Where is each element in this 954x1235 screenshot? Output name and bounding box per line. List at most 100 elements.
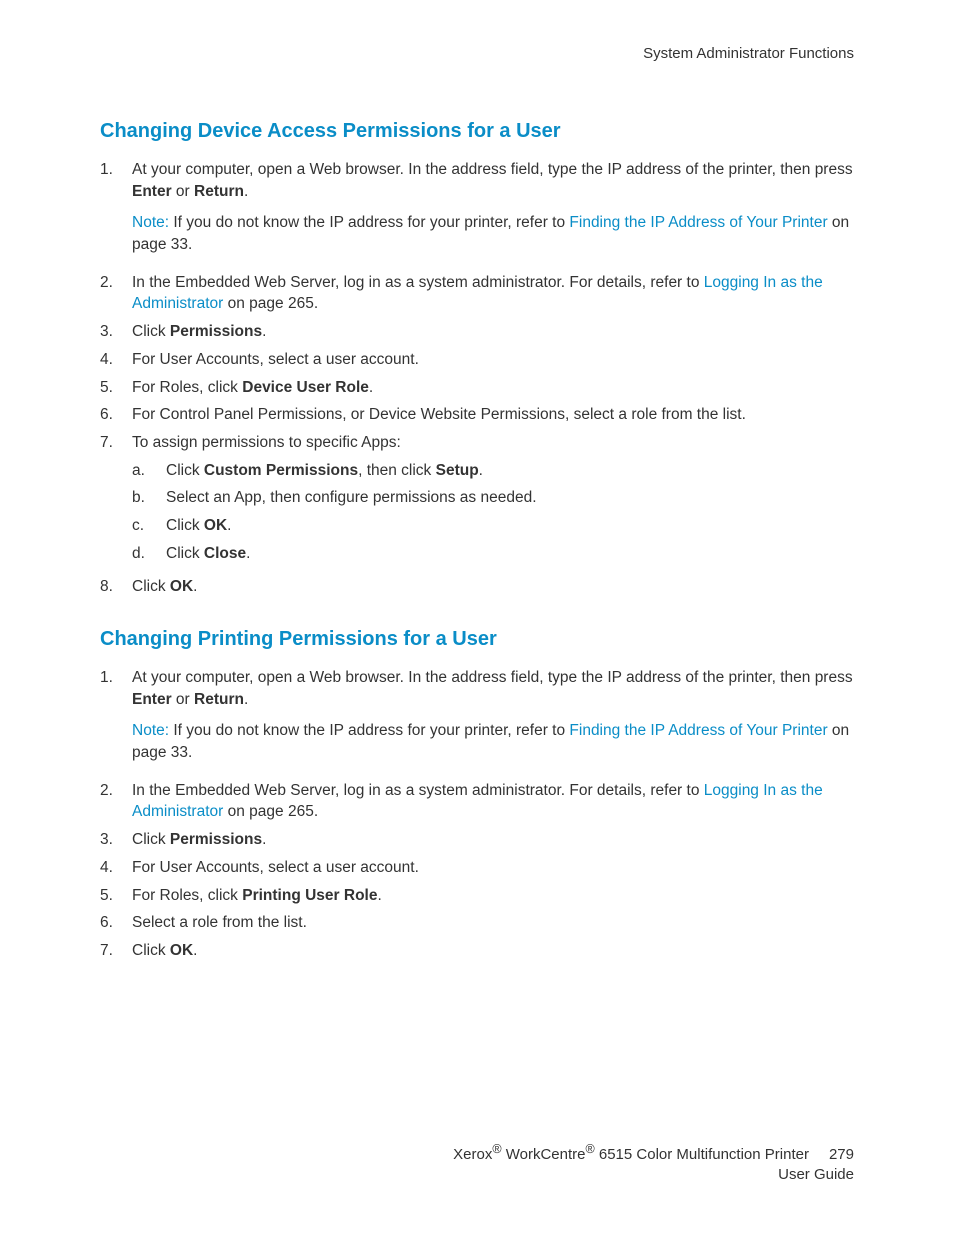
list-marker: 2. xyxy=(100,272,132,315)
list-marker: 4. xyxy=(100,857,132,879)
sublist-marker: a. xyxy=(132,460,166,482)
note-block: Note: If you do not know the IP address … xyxy=(132,212,854,255)
list-content: At your computer, open a Web browser. In… xyxy=(132,667,854,774)
bold-text: Enter xyxy=(132,691,172,708)
text: Click xyxy=(132,323,170,340)
sub-ordered-list: a. Click Custom Permissions, then click … xyxy=(132,460,854,565)
list-marker: 8. xyxy=(100,576,132,598)
text: . xyxy=(369,379,373,396)
list-marker: 1. xyxy=(100,159,132,266)
text: Click xyxy=(166,462,204,479)
text: . xyxy=(193,942,197,959)
list-content: For Roles, click Printing User Role. xyxy=(132,885,854,907)
document-page: System Administrator Functions Changing … xyxy=(0,0,954,1235)
bold-text: Return xyxy=(194,183,244,200)
link-find-ip[interactable]: Finding the IP Address of Your Printer xyxy=(569,722,827,739)
sublist-marker: c. xyxy=(132,515,166,537)
text: , then click xyxy=(358,462,436,479)
list-content: For User Accounts, select a user account… xyxy=(132,349,854,371)
text: To assign permissions to specific Apps: xyxy=(132,434,401,451)
note-label: Note: xyxy=(132,722,169,739)
text: Click xyxy=(166,517,204,534)
text: At your computer, open a Web browser. In… xyxy=(132,161,853,178)
list-content: For Roles, click Device User Role. xyxy=(132,377,854,399)
sublist-content: Click Close. xyxy=(166,543,250,565)
bold-text: Permissions xyxy=(170,831,262,848)
text: . xyxy=(377,887,381,904)
section-device-access: Changing Device Access Permissions for a… xyxy=(100,120,854,598)
list-item: 2. In the Embedded Web Server, log in as… xyxy=(100,780,854,823)
text: . xyxy=(244,183,248,200)
footer: Xerox® WorkCentre® 6515 Color Multifunct… xyxy=(453,1141,854,1186)
sublist-item: a. Click Custom Permissions, then click … xyxy=(132,460,854,482)
bold-text: Custom Permissions xyxy=(204,462,358,479)
list-item: 5. For Roles, click Device User Role. xyxy=(100,377,854,399)
list-content: Click Permissions. xyxy=(132,829,854,851)
footer-brand: WorkCentre xyxy=(502,1146,586,1163)
list-item: 1. At your computer, open a Web browser.… xyxy=(100,667,854,774)
ordered-list: 1. At your computer, open a Web browser.… xyxy=(100,159,854,598)
text: Click xyxy=(132,578,170,595)
text: . xyxy=(244,691,248,708)
text: . xyxy=(479,462,483,479)
list-content: In the Embedded Web Server, log in as a … xyxy=(132,272,854,315)
bold-text: OK xyxy=(170,942,193,959)
text: or xyxy=(172,691,194,708)
bold-text: Close xyxy=(204,545,246,562)
text: . xyxy=(246,545,250,562)
text: . xyxy=(262,323,266,340)
sublist-content: Click OK. xyxy=(166,515,231,537)
note-block: Note: If you do not know the IP address … xyxy=(132,720,854,763)
list-marker: 3. xyxy=(100,321,132,343)
page-number: 279 xyxy=(829,1146,854,1163)
text: Click xyxy=(132,942,170,959)
list-item: 3. Click Permissions. xyxy=(100,829,854,851)
sublist-marker: b. xyxy=(132,487,166,509)
list-marker: 6. xyxy=(100,404,132,426)
list-item: 8. Click OK. xyxy=(100,576,854,598)
bold-text: Device User Role xyxy=(242,379,369,396)
list-content: Click OK. xyxy=(132,940,854,962)
list-item: 4. For User Accounts, select a user acco… xyxy=(100,857,854,879)
list-item: 1. At your computer, open a Web browser.… xyxy=(100,159,854,266)
link-find-ip[interactable]: Finding the IP Address of Your Printer xyxy=(569,214,827,231)
ordered-list: 1. At your computer, open a Web browser.… xyxy=(100,667,854,962)
bold-text: Enter xyxy=(132,183,172,200)
text: Click xyxy=(166,545,204,562)
text: Click xyxy=(132,831,170,848)
text: . xyxy=(227,517,231,534)
text: or xyxy=(172,183,194,200)
sublist-item: c. Click OK. xyxy=(132,515,854,537)
list-content: In the Embedded Web Server, log in as a … xyxy=(132,780,854,823)
list-marker: 6. xyxy=(100,912,132,934)
bold-text: Permissions xyxy=(170,323,262,340)
list-content: For User Accounts, select a user account… xyxy=(132,857,854,879)
text: In the Embedded Web Server, log in as a … xyxy=(132,274,704,291)
sublist-marker: d. xyxy=(132,543,166,565)
list-item: 6. For Control Panel Permissions, or Dev… xyxy=(100,404,854,426)
section-heading: Changing Device Access Permissions for a… xyxy=(100,120,854,143)
chapter-header: System Administrator Functions xyxy=(100,45,854,62)
list-marker: 5. xyxy=(100,885,132,907)
list-marker: 4. xyxy=(100,349,132,371)
list-content: To assign permissions to specific Apps: … xyxy=(132,432,854,570)
list-content: Click OK. xyxy=(132,576,854,598)
bold-text: OK xyxy=(204,517,227,534)
bold-text: OK xyxy=(170,578,193,595)
text: For Roles, click xyxy=(132,887,242,904)
list-item: 6. Select a role from the list. xyxy=(100,912,854,934)
footer-brand: Xerox xyxy=(453,1146,492,1163)
text: . xyxy=(262,831,266,848)
text: At your computer, open a Web browser. In… xyxy=(132,669,853,686)
footer-line2: User Guide xyxy=(453,1165,854,1185)
text: If you do not know the IP address for yo… xyxy=(169,722,569,739)
sublist-content: Click Custom Permissions, then click Set… xyxy=(166,460,483,482)
list-item: 3. Click Permissions. xyxy=(100,321,854,343)
sublist-item: b. Select an App, then configure permiss… xyxy=(132,487,854,509)
list-marker: 5. xyxy=(100,377,132,399)
text: . xyxy=(193,578,197,595)
list-content: Click Permissions. xyxy=(132,321,854,343)
list-content: Select a role from the list. xyxy=(132,912,854,934)
list-content: At your computer, open a Web browser. In… xyxy=(132,159,854,266)
list-marker: 3. xyxy=(100,829,132,851)
